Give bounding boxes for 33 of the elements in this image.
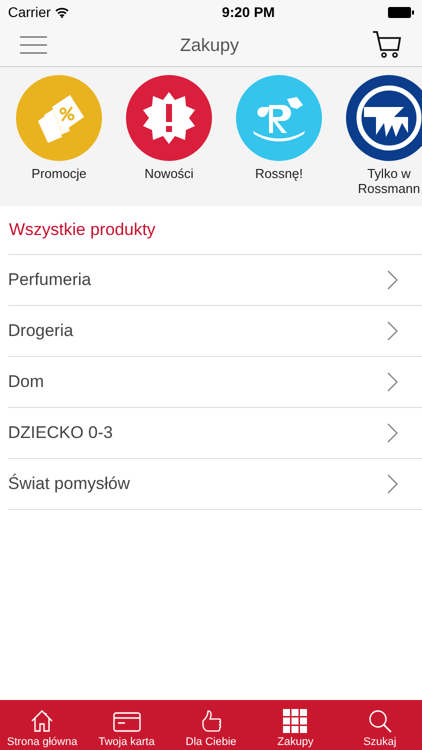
chevron-right-icon (387, 474, 398, 494)
nav-title: Zakupy (180, 34, 240, 56)
product-category-row[interactable]: Dom (8, 356, 422, 407)
cart-icon[interactable] (372, 30, 402, 60)
wifi-icon (54, 6, 69, 18)
chevron-right-icon (387, 423, 398, 443)
battery-icon (388, 6, 414, 18)
chevron-right-icon (387, 270, 398, 290)
home-icon (30, 709, 54, 733)
tab-bar-item[interactable]: Zakupy (253, 700, 338, 750)
category-label: Promocje (32, 166, 86, 181)
tab-bar-item[interactable]: Dla Ciebie (168, 700, 254, 750)
product-category-row[interactable]: Drogeria (8, 305, 422, 356)
grid-icon (283, 709, 308, 733)
category-label: Nowości (144, 166, 194, 181)
card-icon (112, 711, 141, 733)
chevron-right-icon (387, 321, 398, 341)
tab-bar-item[interactable]: Twoja karta (84, 700, 169, 750)
thumbs-up-icon (200, 709, 222, 733)
menu-icon[interactable] (20, 36, 47, 54)
product-category-row[interactable]: DZIECKO 0-3 (8, 407, 422, 458)
tab-bar-item[interactable]: Strona główna (0, 700, 84, 750)
carrier-label: Carrier (8, 4, 51, 20)
search-icon (368, 709, 392, 733)
product-category-row[interactable]: Perfumeria (8, 254, 422, 305)
exclamation-burst-icon (141, 90, 197, 146)
chevron-right-icon (387, 372, 398, 392)
product-category-row[interactable]: Świat pomysłów (8, 458, 422, 510)
status-time: 9:20 PM (222, 4, 275, 20)
category-label: Rossnę! (255, 166, 303, 181)
tab-bar-item[interactable]: Szukaj (338, 700, 422, 750)
category-label: Tylko w Rossmann (356, 166, 422, 196)
section-title: Wszystkie produkty (8, 219, 156, 241)
